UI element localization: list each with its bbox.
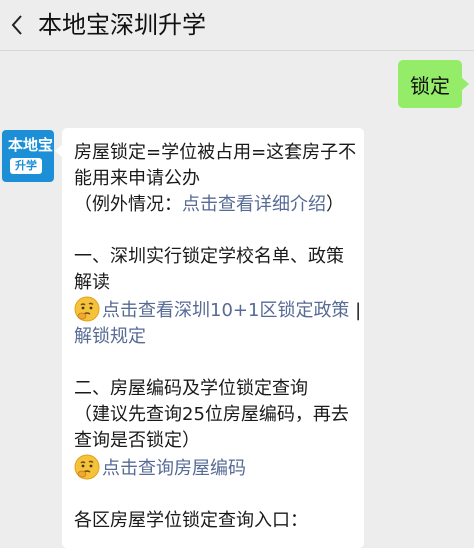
thinking-face-icon [74,454,100,480]
house-code-query-link[interactable]: 点击查询房屋编码 [102,458,246,479]
section1-link-line: 点击查看深圳10+1区锁定政策 | [74,296,364,324]
avatar[interactable]: 本地宝 升学 [2,130,54,182]
link-separator: | [349,300,362,321]
avatar-badge-text: 升学 [10,158,42,174]
section1-heading: 一、深圳实行锁定学校名单、政策 [74,246,344,267]
intro-text: 能用来申请公办 [74,168,200,189]
exception-suffix: ） [326,194,344,215]
section1-heading: 解读 [74,272,110,293]
chevron-left-icon [11,15,22,35]
unlock-rules-link[interactable]: 解锁规定 [74,324,364,350]
section2-heading: 二、房屋编码及学位锁定查询 [74,378,308,399]
outgoing-message-bubble[interactable]: 锁定 [398,60,469,108]
intro-text: 房屋锁定=学位被占用=这套房子不 [74,142,357,163]
lock-policy-link[interactable]: 点击查看深圳10+1区锁定政策 [102,300,349,321]
exception-prefix: （例外情况： [74,194,182,215]
incoming-message-bubble: 房屋锁定=学位被占用=这套房子不 能用来申请公办 （例外情况：点击查看详细介绍）… [55,128,364,548]
section3-heading: 各区房屋学位锁定查询入口： [74,510,308,531]
exception-details-link[interactable]: 点击查看详细介绍 [182,194,326,215]
page-title: 本地宝深圳升学 [38,11,206,39]
top-bar: 本地宝深圳升学 [0,0,474,51]
thinking-face-icon [74,296,100,322]
section2-note: 查询是否锁定） [74,430,200,451]
back-button[interactable] [0,0,34,50]
avatar-logo-text: 本地宝 [8,136,54,154]
exception-line: （例外情况：点击查看详细介绍） [74,192,364,218]
section2-link-line: 点击查询房屋编码 [74,454,364,482]
section2-note: （建议先查询25位房屋编码，再去 [74,404,349,425]
